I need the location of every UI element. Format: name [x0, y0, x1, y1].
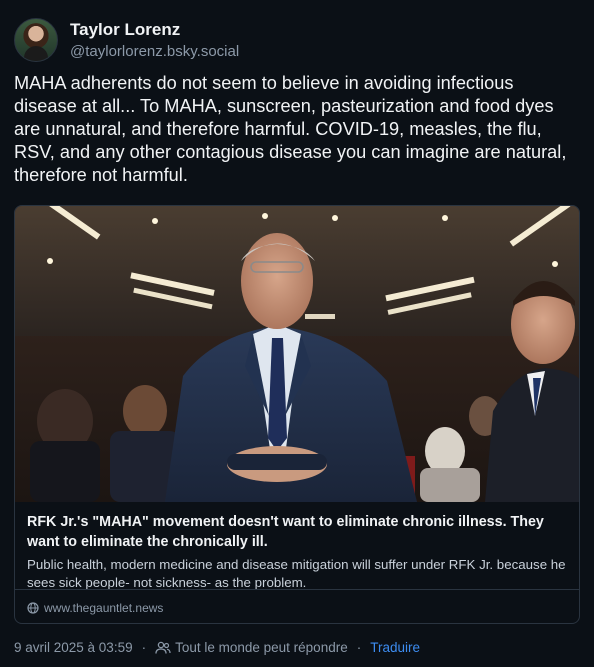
author-display-name[interactable]: Taylor Lorenz: [70, 19, 239, 40]
translate-link[interactable]: Traduire: [370, 640, 420, 655]
link-card[interactable]: RFK Jr.'s "MAHA" movement doesn't want t…: [14, 205, 580, 624]
card-divider: [15, 589, 579, 590]
reply-setting-label: Tout le monde peut répondre: [175, 640, 348, 655]
footer-separator: ·: [141, 640, 147, 655]
card-title[interactable]: RFK Jr.'s "MAHA" movement doesn't want t…: [27, 512, 569, 552]
card-meta: RFK Jr.'s "MAHA" movement doesn't want t…: [27, 512, 569, 592]
post-header: Taylor Lorenz @taylorlorenz.bsky.social: [14, 18, 239, 62]
card-domain[interactable]: www.thegauntlet.news: [27, 601, 163, 615]
post-text: MAHA adherents do not seem to believe in…: [14, 73, 567, 185]
reply-setting[interactable]: Tout le monde peut répondre: [155, 640, 348, 655]
post-footer: 9 avril 2025 à 03:59 · Tout le monde peu…: [14, 640, 420, 655]
card-thumbnail-image: [15, 206, 579, 502]
author-names: Taylor Lorenz @taylorlorenz.bsky.social: [70, 19, 239, 62]
globe-icon: [27, 602, 39, 614]
card-description: Public health, modern medicine and disea…: [27, 557, 566, 590]
footer-separator-2: ·: [356, 640, 362, 655]
post-timestamp[interactable]: 9 avril 2025 à 03:59: [14, 640, 133, 655]
post: Taylor Lorenz @taylorlorenz.bsky.social …: [0, 0, 594, 667]
card-domain-text: www.thegauntlet.news: [44, 601, 164, 615]
people-icon: [155, 641, 171, 654]
author-handle[interactable]: @taylorlorenz.bsky.social: [70, 42, 239, 62]
avatar[interactable]: [14, 18, 58, 62]
